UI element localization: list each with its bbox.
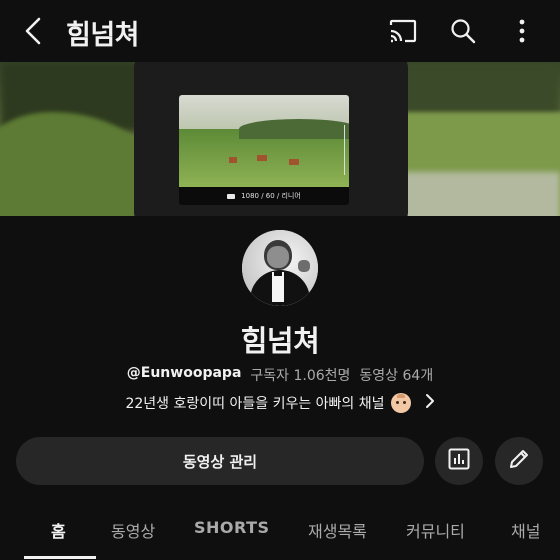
search-icon[interactable] <box>446 14 480 48</box>
video-count: 동영상 64개 <box>359 368 434 384</box>
channel-description[interactable]: 22년생 호랑이띠 아들을 키우는 아빠의 채널 <box>0 393 560 413</box>
tab-home[interactable]: 홈 <box>51 518 66 542</box>
description-text: 22년생 호랑이띠 아들을 키우는 아빠의 채널 <box>125 396 385 412</box>
tab-channels[interactable]: 채널 <box>511 518 540 542</box>
channel-name: 힘넘쳐 <box>240 324 320 358</box>
channel-handle: @Eunwoopapa <box>126 365 242 381</box>
edit-pencil-icon <box>507 447 531 475</box>
back-arrow-icon[interactable] <box>18 14 48 48</box>
manage-videos-button[interactable]: 동영상 관리 <box>16 437 424 485</box>
page-title: 힘넘쳐 <box>66 20 140 51</box>
channel-banner: 1080 / 60 / 리니어 <box>0 62 560 216</box>
analytics-icon <box>447 447 471 475</box>
channel-meta: @Eunwoopapa 구독자 1.06천명 동영상 64개 <box>0 365 560 385</box>
tab-playlists[interactable]: 재생목록 <box>308 518 367 542</box>
tab-shorts[interactable]: SHORTS <box>194 518 270 537</box>
cast-icon[interactable] <box>386 14 420 48</box>
chevron-right-icon <box>425 393 435 413</box>
active-tab-indicator <box>24 556 96 559</box>
channel-avatar[interactable] <box>242 230 318 306</box>
tab-videos[interactable]: 동영상 <box>111 518 155 542</box>
top-app-bar: 힘넘쳐 <box>0 0 560 62</box>
camera-screen: 1080 / 60 / 리니어 <box>179 95 349 205</box>
baby-face-emoji-icon <box>390 393 411 413</box>
analytics-button[interactable] <box>435 437 483 485</box>
camera-overlay-text: 1080 / 60 / 리니어 <box>241 192 301 200</box>
channel-tabs: 홈 동영상 SHORTS 재생목록 커뮤니티 채널 <box>0 502 560 560</box>
edit-channel-button[interactable] <box>495 437 543 485</box>
subscriber-count: 구독자 1.06천명 <box>250 368 351 384</box>
record-icon <box>227 193 236 199</box>
more-vert-icon[interactable] <box>505 14 539 48</box>
tab-community[interactable]: 커뮤니티 <box>406 518 465 542</box>
